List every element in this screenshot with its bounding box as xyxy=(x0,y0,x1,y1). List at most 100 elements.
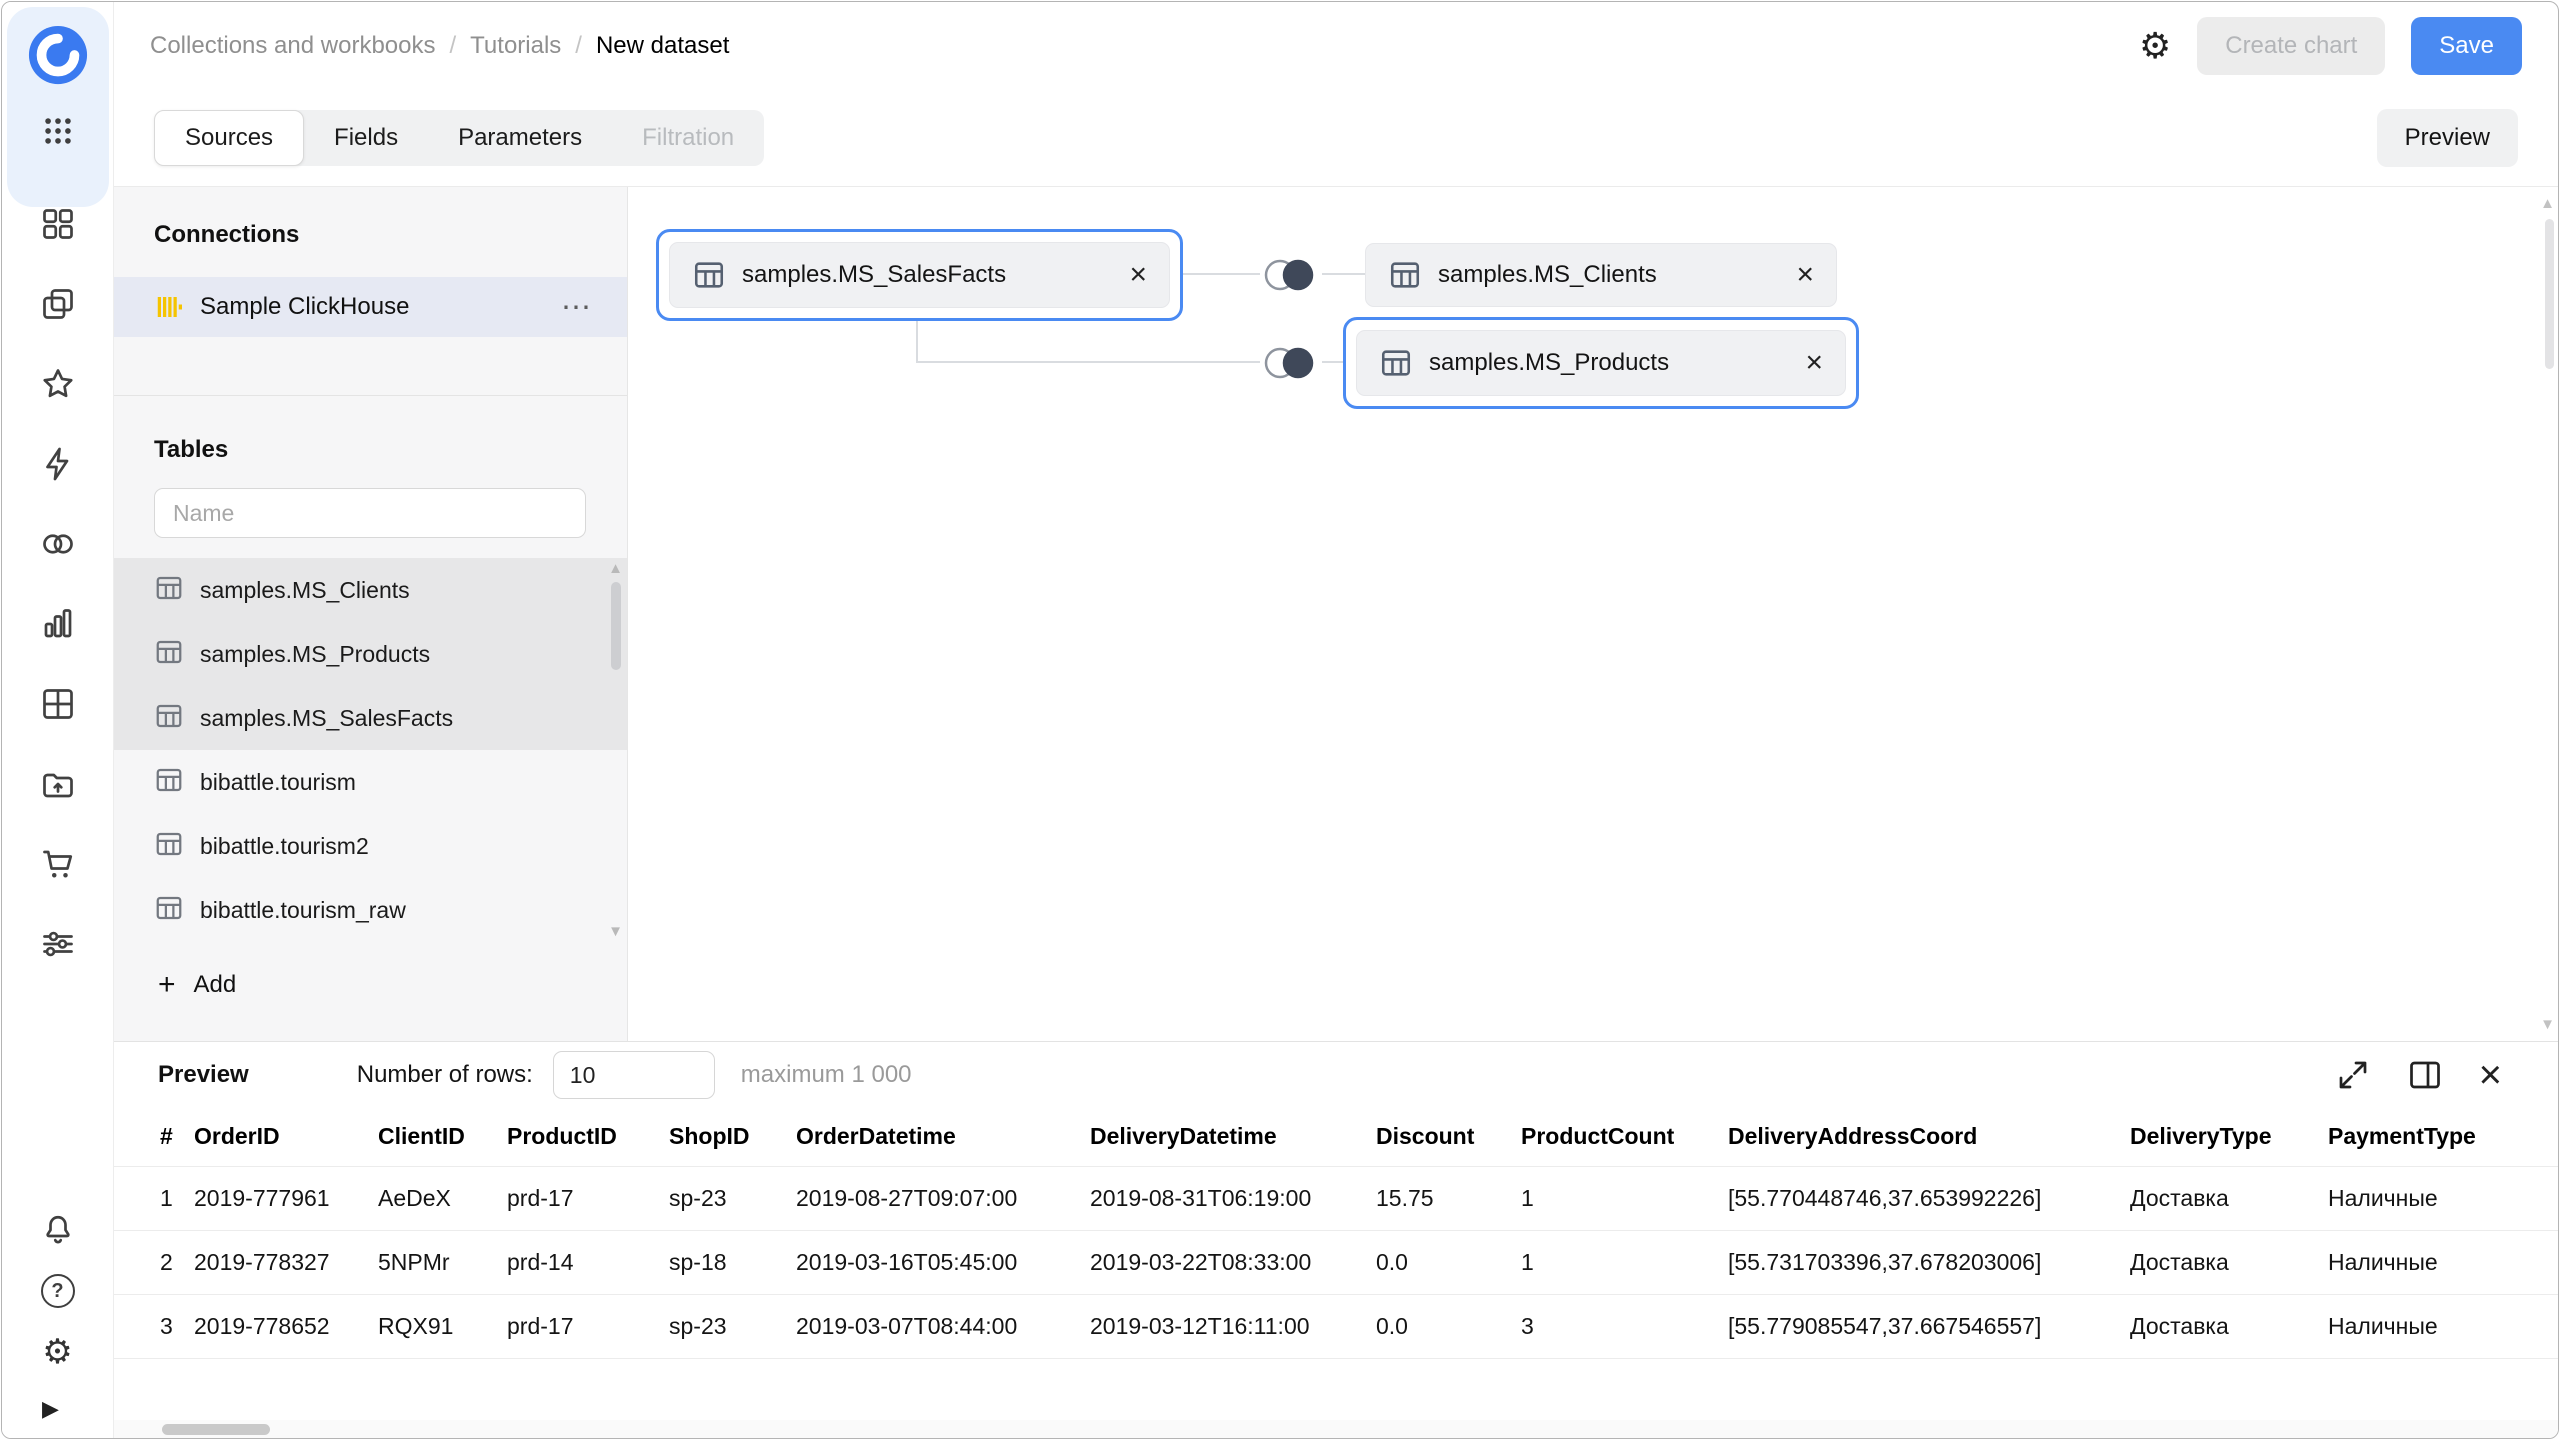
table-row: 22019-7783275NPMrprd-14sp-182019-03-16T0… xyxy=(114,1230,2558,1294)
apps-grid-icon[interactable] xyxy=(41,114,75,148)
preview-h-scrollbar xyxy=(114,1420,2558,1438)
table-cell: 2019-03-16T05:45:00 xyxy=(796,1230,1090,1294)
preview-table: #OrderIDClientIDProductIDShopIDOrderDate… xyxy=(114,1108,2558,1359)
source-node-salesfacts[interactable]: samples.MS_SalesFacts × xyxy=(669,242,1170,308)
connections-rings-icon[interactable] xyxy=(40,526,76,562)
table-cell: 2019-778652 xyxy=(194,1294,378,1358)
table-list-item[interactable]: bibattle.tourism xyxy=(114,750,627,814)
sources-panel: Connections Sample ClickHouse ⋯ Tables xyxy=(114,187,628,1041)
rows-count-label: Number of rows: xyxy=(357,1061,533,1089)
table-cell: sp-18 xyxy=(669,1230,796,1294)
preview-h-scrollbar-thumb[interactable] xyxy=(162,1424,270,1435)
table-list-item[interactable]: samples.MS_Products xyxy=(114,622,627,686)
tab-sources[interactable]: Sources xyxy=(154,110,304,166)
table-icon xyxy=(154,893,184,928)
canvas-scrollbar-thumb[interactable] xyxy=(2545,219,2554,369)
join-type-icon[interactable] xyxy=(1258,253,1322,302)
table-cell: 3 xyxy=(1521,1294,1728,1358)
table-icon xyxy=(692,258,726,292)
top-bar: Collections and workbooks / Tutorials / … xyxy=(114,2,2558,90)
charts-bar-icon[interactable] xyxy=(40,606,76,642)
table-item-label: bibattle.tourism xyxy=(200,769,356,796)
settings-gear-icon[interactable]: ⚙ xyxy=(40,1334,76,1370)
column-header: DeliveryType xyxy=(2130,1108,2328,1166)
table-cell: 2 xyxy=(114,1230,194,1294)
plus-icon: + xyxy=(158,968,176,1002)
scroll-down-icon[interactable]: ▼ xyxy=(2540,1016,2555,1033)
table-icon xyxy=(154,573,184,608)
expand-preview-icon[interactable] xyxy=(2335,1057,2371,1093)
table-item-label: bibattle.tourism_raw xyxy=(200,897,406,924)
storage-folder-icon[interactable] xyxy=(40,766,76,802)
table-list-item[interactable]: samples.MS_Clients xyxy=(114,558,627,622)
dashboards-grid-icon[interactable] xyxy=(40,686,76,722)
add-table-button[interactable]: + Add xyxy=(114,968,627,1002)
table-row: 32019-778652RQX91prd-17sp-232019-03-07T0… xyxy=(114,1294,2558,1358)
left-rail: ? ⚙ ▶ xyxy=(2,2,114,1438)
tab-fields[interactable]: Fields xyxy=(304,110,428,166)
breadcrumb-tutorials[interactable]: Tutorials xyxy=(470,32,561,60)
save-button[interactable]: Save xyxy=(2411,17,2522,75)
table-cell: [55.770448746,37.653992226] xyxy=(1728,1166,2130,1230)
create-chart-button[interactable]: Create chart xyxy=(2197,17,2385,75)
table-cell: Доставка xyxy=(2130,1166,2328,1230)
list-scrollbar-thumb[interactable] xyxy=(611,582,621,670)
connection-menu-ellipsis-icon[interactable]: ⋯ xyxy=(561,290,593,325)
connections-title: Connections xyxy=(114,221,627,249)
source-node-clients[interactable]: samples.MS_Clients × xyxy=(1365,243,1837,307)
table-list-item[interactable]: bibattle.tourism2 xyxy=(114,814,627,878)
tab-filtration[interactable]: Filtration xyxy=(612,110,764,166)
canvas-scrollbar: ▲ ▼ xyxy=(2540,187,2558,1041)
breadcrumb-separator: / xyxy=(575,32,582,60)
list-scroll-down-icon[interactable]: ▼ xyxy=(608,923,623,940)
content-area: Collections and workbooks / Tutorials / … xyxy=(114,2,2558,1438)
table-item-label: samples.MS_Clients xyxy=(200,577,410,604)
notifications-bell-icon[interactable] xyxy=(40,1212,76,1248)
settings-sliders-icon[interactable] xyxy=(40,926,76,962)
marketplace-cart-icon[interactable] xyxy=(40,846,76,882)
favorites-star-icon[interactable] xyxy=(40,366,76,402)
table-search-input[interactable] xyxy=(154,488,586,538)
table-item-label: samples.MS_Products xyxy=(200,641,430,668)
preview-toggle-button[interactable]: Preview xyxy=(2377,109,2518,167)
table-cell: prd-17 xyxy=(507,1166,669,1230)
table-list-item[interactable]: bibattle.tourism_raw xyxy=(114,878,627,942)
list-scroll-up-icon[interactable]: ▲ xyxy=(608,560,623,577)
table-icon xyxy=(154,637,184,672)
table-cell: Наличные xyxy=(2328,1294,2558,1358)
remove-node-icon[interactable]: × xyxy=(1105,260,1147,290)
node-label: samples.MS_SalesFacts xyxy=(742,261,1006,289)
tab-parameters[interactable]: Parameters xyxy=(428,110,612,166)
table-cell: 0.0 xyxy=(1376,1230,1521,1294)
table-item-label: samples.MS_SalesFacts xyxy=(200,705,453,732)
connection-item[interactable]: Sample ClickHouse ⋯ xyxy=(114,277,627,337)
table-cell: 2019-03-22T08:33:00 xyxy=(1090,1230,1376,1294)
rows-count-input[interactable] xyxy=(553,1051,715,1099)
scroll-up-icon[interactable]: ▲ xyxy=(2540,195,2555,212)
remove-node-icon[interactable]: × xyxy=(1781,348,1823,378)
table-cell: 2019-03-12T16:11:00 xyxy=(1090,1294,1376,1358)
help-icon[interactable]: ? xyxy=(41,1274,75,1308)
column-header: Discount xyxy=(1376,1108,1521,1166)
table-cell: 1 xyxy=(1521,1166,1728,1230)
table-list-item[interactable]: samples.MS_SalesFacts xyxy=(114,686,627,750)
tabs-segment: Sources Fields Parameters Filtration xyxy=(154,110,764,166)
quick-actions-lightning-icon[interactable] xyxy=(40,446,76,482)
join-line xyxy=(916,319,918,363)
table-cell: 15.75 xyxy=(1376,1166,1521,1230)
breadcrumb-collections[interactable]: Collections and workbooks xyxy=(150,32,435,60)
table-icon xyxy=(154,829,184,864)
join-line xyxy=(1322,273,1365,275)
collections-icon[interactable] xyxy=(40,206,76,242)
workbooks-icon[interactable] xyxy=(40,286,76,322)
table-cell: 3 xyxy=(114,1294,194,1358)
source-node-products[interactable]: samples.MS_Products × xyxy=(1356,330,1846,396)
join-type-icon[interactable] xyxy=(1258,341,1322,390)
remove-node-icon[interactable]: × xyxy=(1772,260,1814,290)
preview-layout-icon[interactable] xyxy=(2407,1057,2443,1093)
dataset-settings-gear-icon[interactable]: ⚙ xyxy=(2139,28,2171,64)
datalens-logo[interactable] xyxy=(27,24,89,86)
table-cell: Наличные xyxy=(2328,1230,2558,1294)
close-preview-icon[interactable]: × xyxy=(2479,1055,2502,1095)
collapse-play-icon[interactable]: ▶ xyxy=(2,1396,59,1422)
